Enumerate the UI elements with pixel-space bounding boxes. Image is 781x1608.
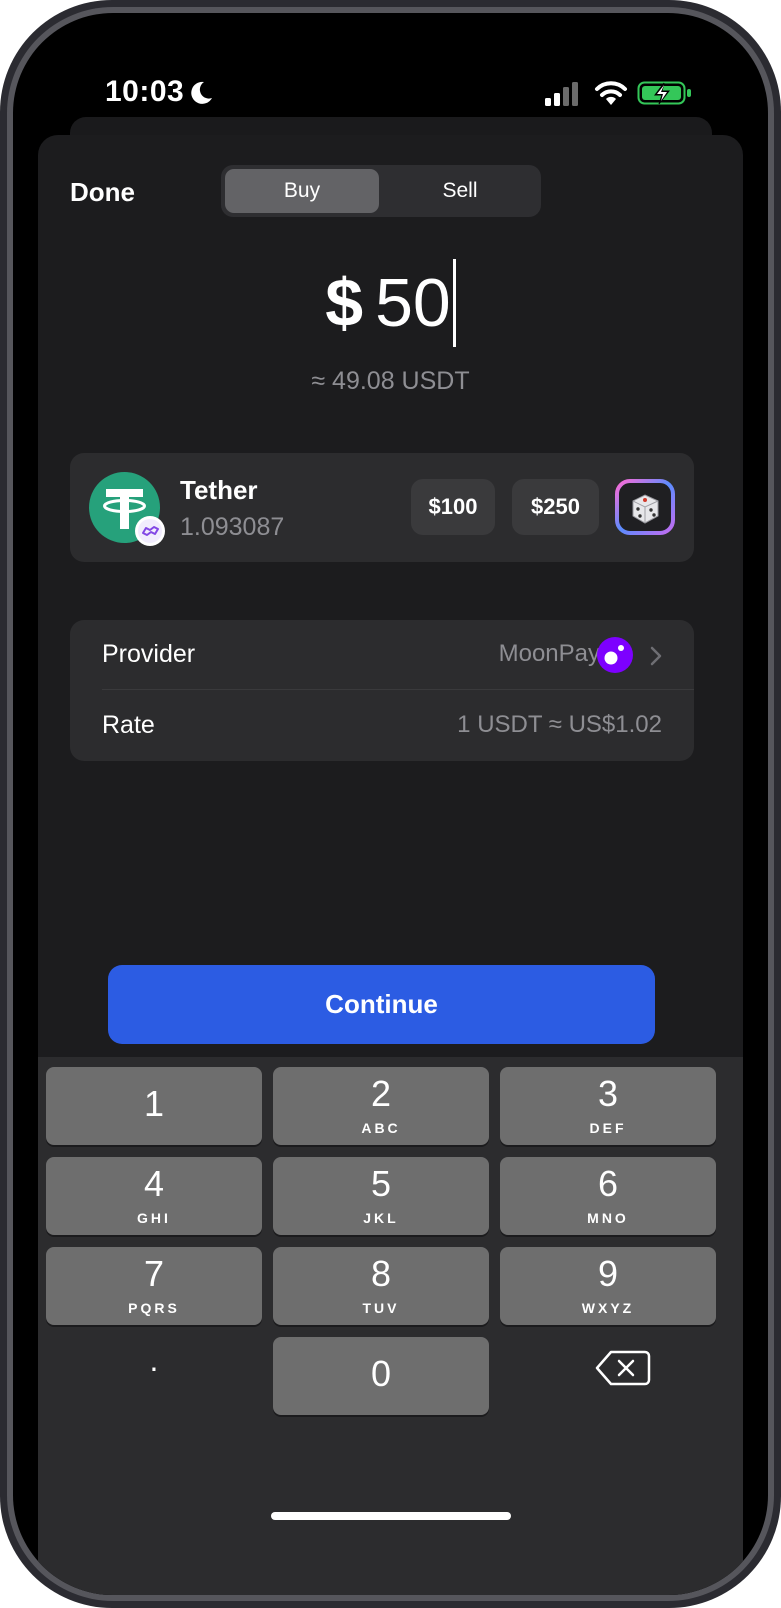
tab-sell[interactable]: Sell bbox=[383, 169, 537, 213]
key-2-digit: 2 bbox=[370, 1073, 392, 1114]
key-2[interactable]: 2 ABC bbox=[273, 1067, 489, 1145]
home-indicator bbox=[271, 1512, 511, 1520]
currency-symbol: $ bbox=[325, 265, 364, 341]
divider bbox=[102, 689, 694, 690]
device-frame: 10:03 Done Buy Sell $ 50 ≈ 49.08 USDT Te… bbox=[0, 0, 781, 1608]
key-2-letters: ABC bbox=[361, 1120, 401, 1136]
key-0-digit: 0 bbox=[370, 1353, 392, 1394]
rate-value: 1 USDT ≈ US$1.02 bbox=[457, 711, 662, 738]
buy-sheet: Done Buy Sell $ 50 ≈ 49.08 USDT Tether 1… bbox=[38, 135, 743, 1595]
key-3[interactable]: 3 DEF bbox=[500, 1067, 716, 1145]
rate-label: Rate bbox=[102, 711, 155, 739]
provider-name[interactable]: MoonPay bbox=[499, 640, 600, 668]
key-4-digit: 4 bbox=[143, 1163, 165, 1204]
buy-sell-segmented-control: Buy Sell bbox=[221, 165, 541, 217]
key-7-letters: PQRS bbox=[128, 1300, 180, 1316]
moonpay-icon bbox=[597, 637, 633, 673]
amount-value: 50 bbox=[375, 265, 451, 341]
key-5-digit: 5 bbox=[370, 1163, 392, 1204]
key-3-letters: DEF bbox=[589, 1120, 627, 1136]
preset-250-button[interactable]: $250 bbox=[512, 479, 599, 535]
wifi-icon bbox=[595, 81, 627, 105]
battery-charging-icon bbox=[637, 81, 691, 105]
key-6-letters: MNO bbox=[587, 1210, 629, 1226]
key-decimal[interactable]: . bbox=[46, 1329, 262, 1407]
random-amount-dice-button[interactable] bbox=[615, 479, 675, 535]
key-0[interactable]: 0 bbox=[273, 1337, 489, 1415]
quote-details-card: Provider MoonPay Rate 1 USDT ≈ US$1.02 bbox=[70, 620, 694, 761]
key-5-letters: JKL bbox=[363, 1210, 399, 1226]
polygon-chain-badge-icon bbox=[135, 516, 165, 546]
key-4-letters: GHI bbox=[137, 1210, 171, 1226]
token-balance: 1.093087 bbox=[180, 513, 285, 541]
continue-button[interactable]: Continue bbox=[108, 965, 655, 1044]
converted-amount: ≈ 49.08 USDT bbox=[311, 367, 470, 395]
key-8-digit: 8 bbox=[370, 1253, 392, 1294]
key-6[interactable]: 6 MNO bbox=[500, 1157, 716, 1235]
screen: 10:03 Done Buy Sell $ 50 ≈ 49.08 USDT Te… bbox=[13, 13, 768, 1595]
key-9-letters: WXYZ bbox=[581, 1300, 635, 1316]
done-button[interactable]: Done bbox=[70, 177, 135, 208]
key-9-digit: 9 bbox=[597, 1253, 619, 1294]
amount-input[interactable]: $ 50 bbox=[38, 253, 743, 353]
tab-buy[interactable]: Buy bbox=[225, 169, 379, 213]
chevron-right-icon[interactable] bbox=[648, 644, 664, 668]
cellular-signal-icon bbox=[545, 82, 578, 106]
key-4[interactable]: 4 GHI bbox=[46, 1157, 262, 1235]
moon-icon bbox=[191, 81, 212, 104]
token-selector[interactable]: Tether 1.093087 $100 $250 bbox=[70, 453, 694, 562]
key-8-letters: TUV bbox=[362, 1300, 400, 1316]
key-5[interactable]: 5 JKL bbox=[273, 1157, 489, 1235]
key-7-digit: 7 bbox=[143, 1253, 165, 1294]
text-cursor bbox=[452, 259, 456, 347]
key-7[interactable]: 7 PQRS bbox=[46, 1247, 262, 1325]
preset-100-button[interactable]: $100 bbox=[411, 479, 495, 535]
token-name: Tether bbox=[180, 475, 258, 505]
key-9[interactable]: 9 WXYZ bbox=[500, 1247, 716, 1325]
backspace-icon[interactable] bbox=[519, 1329, 735, 1407]
status-time: 10:03 bbox=[105, 75, 185, 108]
key-1[interactable]: 1 bbox=[46, 1067, 262, 1145]
provider-label: Provider bbox=[102, 640, 196, 668]
key-3-digit: 3 bbox=[597, 1073, 619, 1114]
key-8[interactable]: 8 TUV bbox=[273, 1247, 489, 1325]
key-6-digit: 6 bbox=[597, 1163, 619, 1204]
numeric-keypad: 1 2 ABC 3 DEF 4 GHI 5 JKL 6 MNO 7 PQRS 8… bbox=[38, 1057, 743, 1595]
key-1-digit: 1 bbox=[143, 1083, 165, 1124]
